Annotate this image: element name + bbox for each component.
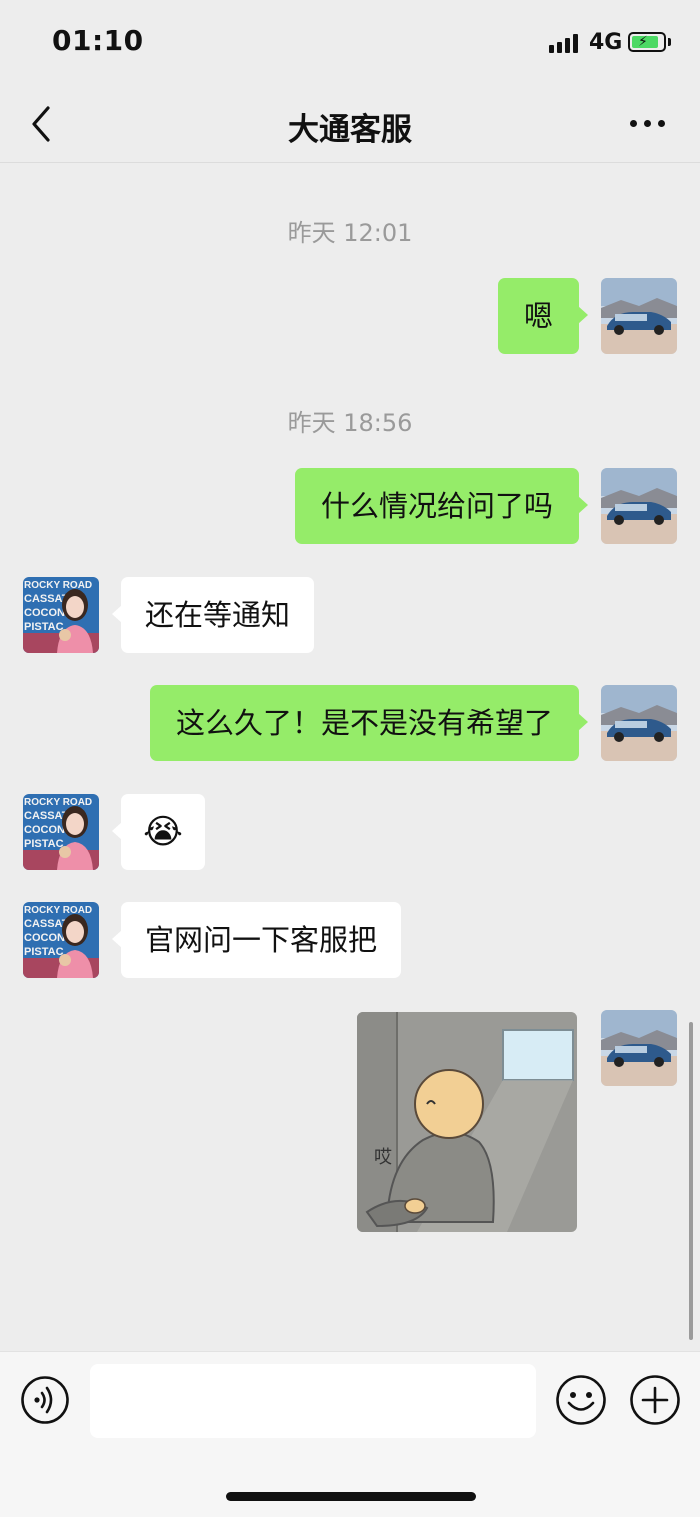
- message-bubble-outgoing[interactable]: 什么情况给问了吗: [294, 468, 589, 544]
- chat-title: 大通客服: [288, 112, 412, 148]
- contact-avatar[interactable]: [23, 794, 99, 870]
- my-avatar[interactable]: [601, 1010, 677, 1086]
- message-bubble-outgoing[interactable]: 这么久了！是不是没有希望了: [149, 685, 589, 761]
- person-photo-avatar: [23, 577, 99, 653]
- home-indicator[interactable]: [226, 1492, 476, 1501]
- blue-car-avatar: [601, 685, 677, 761]
- sighing-person-sticker: [357, 1012, 577, 1232]
- person-photo-avatar: [23, 794, 99, 870]
- status-bar: 01:10 4G ⚡: [0, 0, 700, 88]
- plus-icon: [630, 1375, 680, 1425]
- message-bubble-outgoing[interactable]: 嗯: [497, 278, 589, 354]
- sticker-message[interactable]: 哎: [357, 1012, 577, 1232]
- person-photo-avatar: [23, 902, 99, 978]
- voice-button[interactable]: [20, 1375, 70, 1425]
- blue-car-avatar: [601, 1010, 677, 1086]
- battery-cap: [668, 38, 671, 46]
- my-avatar[interactable]: [601, 278, 677, 354]
- cellular-signal-icon: [549, 33, 581, 53]
- contact-avatar[interactable]: [23, 902, 99, 978]
- emoji-button[interactable]: [555, 1374, 607, 1426]
- blue-car-avatar: [601, 278, 677, 354]
- blue-car-avatar: [601, 468, 677, 544]
- message-bubble-incoming[interactable]: 还在等通知: [111, 577, 315, 653]
- my-avatar[interactable]: [601, 468, 677, 544]
- battery-icon: ⚡: [628, 32, 666, 52]
- status-time: 01:10: [52, 24, 144, 57]
- message-bubble-incoming[interactable]: 官网问一下客服把: [111, 902, 402, 978]
- more-functions-button[interactable]: [629, 1374, 681, 1426]
- input-bar: [0, 1351, 700, 1517]
- contact-avatar[interactable]: [23, 577, 99, 653]
- my-avatar[interactable]: [601, 685, 677, 761]
- message-input[interactable]: [90, 1364, 536, 1438]
- emoji-icon: [556, 1375, 606, 1425]
- message-bubble-incoming[interactable]: 😭: [112, 794, 205, 870]
- crying-face-emoji: 😭: [143, 812, 183, 852]
- scrollbar[interactable]: [689, 1022, 693, 1340]
- message-timestamp: 昨天 12:01: [287, 219, 413, 247]
- voice-icon: [21, 1376, 69, 1424]
- network-type: 4G: [589, 30, 623, 55]
- sticker-caption: 哎: [374, 1147, 392, 1168]
- more-options-button[interactable]: [622, 108, 672, 138]
- message-timestamp: 昨天 18:56: [287, 409, 413, 437]
- nav-bar: 大通客服: [0, 88, 700, 163]
- charging-bolt-icon: ⚡: [638, 34, 648, 50]
